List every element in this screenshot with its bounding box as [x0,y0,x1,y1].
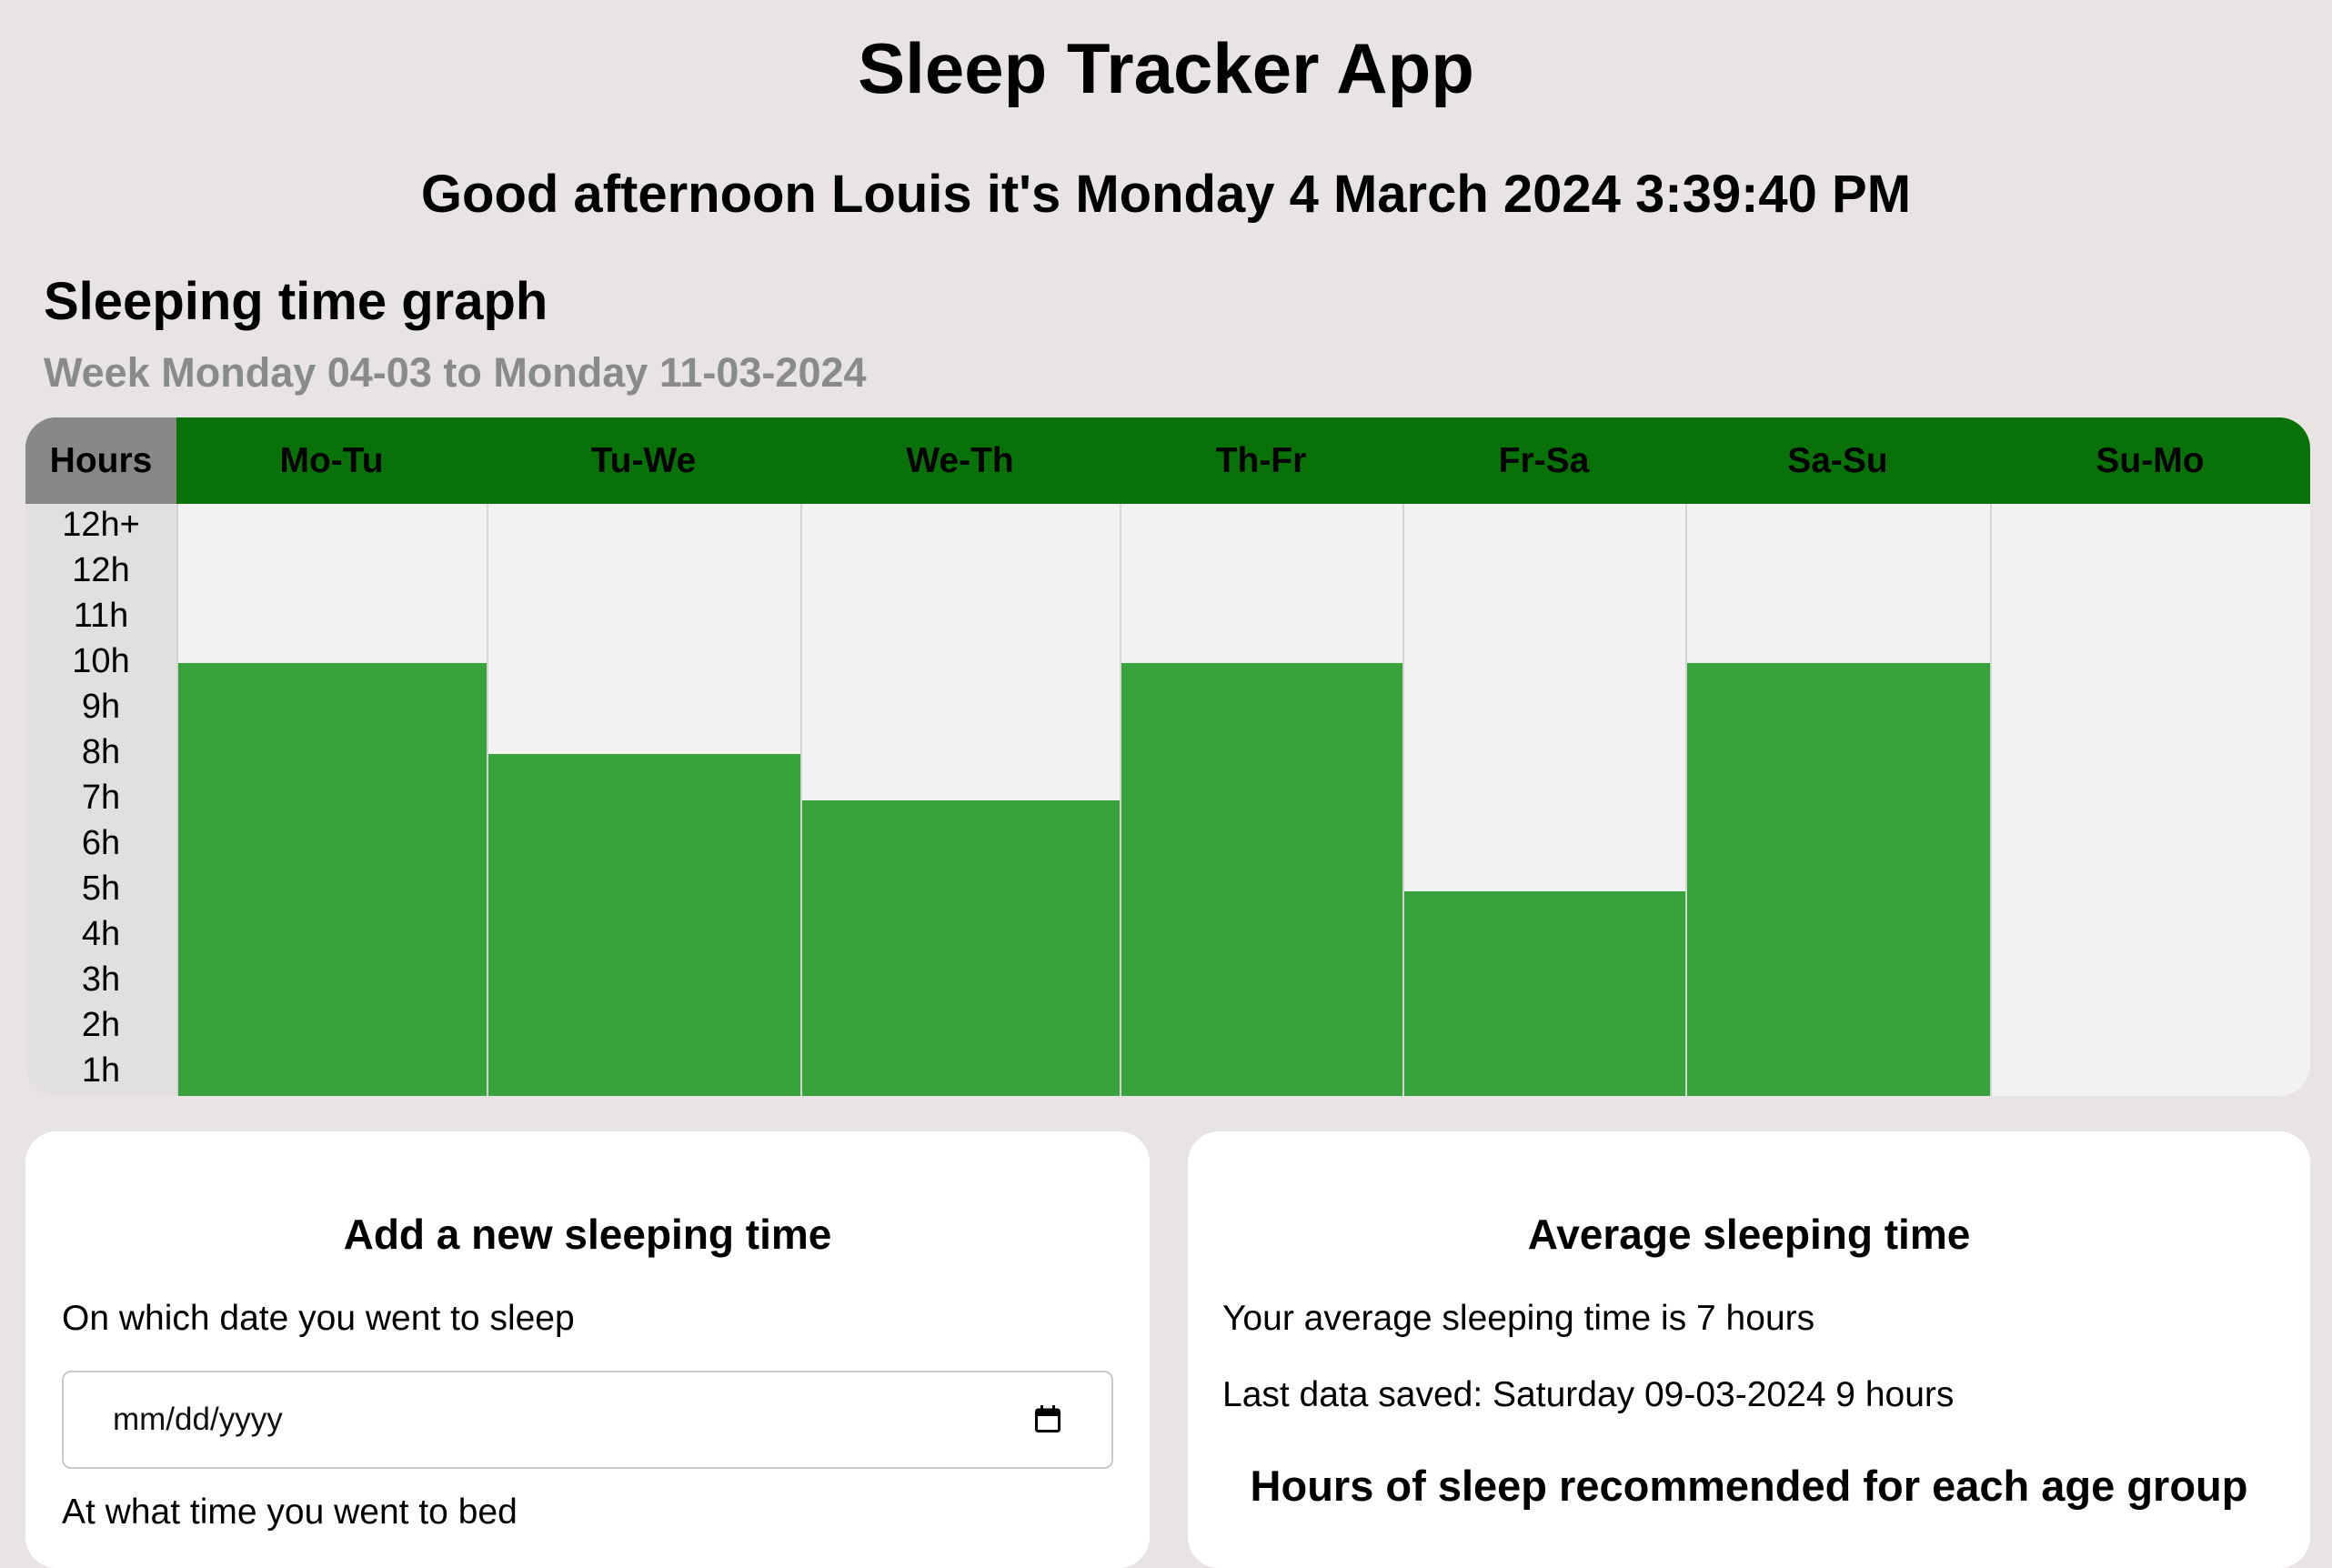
day-header-su-mo: Su-Mo [2096,440,2205,480]
hour-tick-label: 1h [81,1051,121,1090]
date-label: On which date you went to sleep [62,1299,575,1338]
hour-tick-label: 9h [81,688,121,726]
day-header-we-th: We-Th [906,440,1014,480]
sleep-bar [178,663,487,1096]
hours-header: Hours [25,417,176,504]
average-text: Your average sleeping time is 7 hours [1222,1299,1815,1338]
hour-tick-label: 5h [81,869,121,908]
hour-tick-label: 4h [81,915,121,953]
day-column [1685,504,1990,1096]
graph-header: Hours Mo-Tu Tu-We We-Th Th-Fr Fr-Sa Sa-Su Su-M… [25,417,2310,504]
add-sleep-title: Add a new sleeping time [343,1211,832,1258]
add-sleep-card: Add a new sleeping time On which date yo… [25,1131,1150,1568]
hour-tick-label: 6h [81,824,121,862]
average-sleep-card: Average sleeping time Your average sleep… [1188,1131,2310,1568]
hour-tick-label: 7h [81,779,121,817]
hour-tick-label: 12h [72,551,130,589]
graph-section-title: Sleeping time graph [44,272,548,331]
day-column [1120,504,1402,1096]
app-title: Sleep Tracker App [858,28,1474,108]
date-placeholder: mm/dd/yyyy [113,1402,283,1437]
day-column [1990,504,2310,1096]
date-input[interactable]: mm/dd/yyyy [62,1371,1113,1469]
sleep-bar [1404,890,1685,1096]
last-saved-text: Last data saved: Saturday 09-03-2024 9 h… [1222,1375,1955,1414]
day-column [1402,504,1685,1096]
hour-tick-label: 12h+ [62,506,140,544]
hours-axis: 12h+ 12h 11h 10h 9h 8h 7h 6h 5h 4h 3h 2h 1h [25,504,176,1096]
hour-tick-label: 3h [81,960,121,999]
day-header-tu-we: Tu-We [590,440,697,480]
hour-tick-label: 2h [81,1006,121,1044]
bedtime-label: At what time you went to bed [62,1493,518,1532]
average-title: Average sleeping time [1527,1211,1971,1258]
age-group-title: Hours of sleep recommended for each age … [1250,1462,2248,1510]
day-header-fr-sa: Fr-Sa [1498,440,1590,480]
greeting-text: Good afternoon Louis it's Monday 4 March… [420,165,1912,224]
week-range: Week Monday 04-03 to Monday 11-03-2024 [44,349,867,396]
day-column [176,504,487,1096]
day-column [800,504,1120,1096]
sleep-bar [488,754,800,1096]
sleep-bar [802,799,1120,1096]
day-header-mo-tu: Mo-Tu [279,440,384,480]
day-header-sa-su: Sa-Su [1787,440,1888,480]
calendar-icon[interactable] [1035,1405,1060,1432]
hour-tick-label: 10h [72,642,130,680]
hour-tick-label: 8h [81,733,121,771]
sleep-bar [1687,663,1990,1096]
day-column [487,504,800,1096]
sleep-bar [1121,663,1402,1096]
day-header-th-fr: Th-Fr [1215,440,1307,480]
sleep-graph: Hours Mo-Tu Tu-We We-Th Th-Fr Fr-Sa Sa-Su Su-M… [25,417,2310,1096]
hour-tick-label: 11h [73,597,129,635]
